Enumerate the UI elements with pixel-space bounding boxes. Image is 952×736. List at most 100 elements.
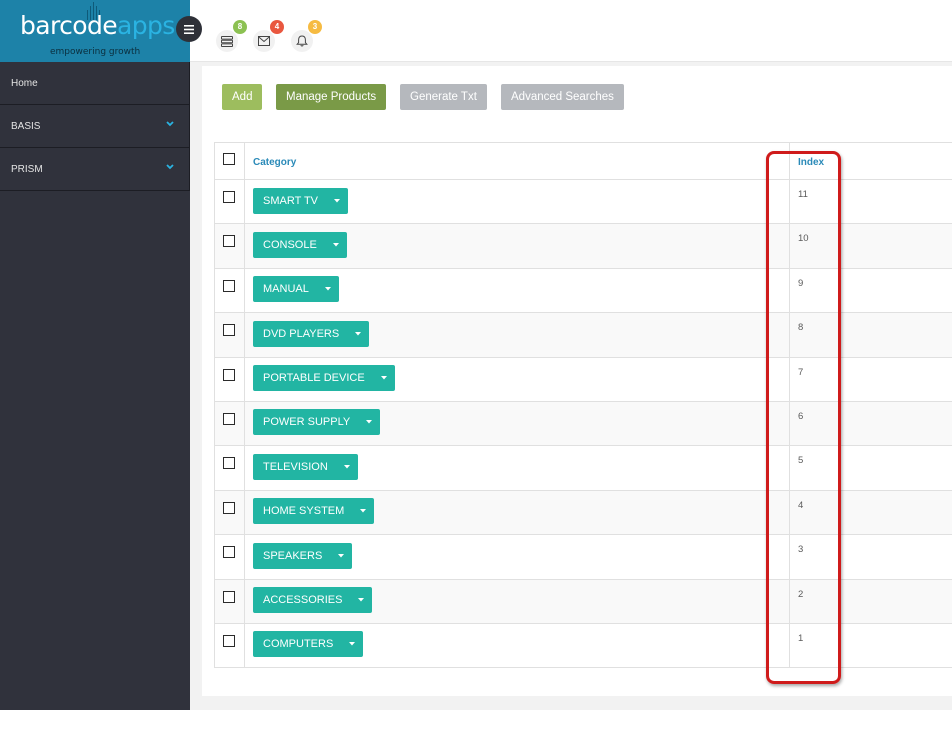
add-button[interactable]: Add (222, 84, 263, 110)
menu-toggle-button[interactable] (176, 16, 202, 42)
category-label: POWER SUPPLY (263, 416, 351, 429)
index-cell: 9 (790, 269, 952, 312)
row-select-cell (215, 446, 245, 490)
notifications-button[interactable]: 3 (291, 20, 322, 52)
category-label: MANUAL (263, 283, 309, 296)
server-badge: 8 (233, 20, 247, 34)
category-dropdown-button[interactable]: TELEVISION (253, 453, 358, 480)
category-cell: CONSOLE (245, 224, 790, 268)
sidebar-item-home[interactable]: Home (0, 62, 190, 105)
row-checkbox[interactable] (223, 368, 235, 381)
category-label: CONSOLE (263, 238, 317, 251)
sidebar-item-label: Home (11, 78, 38, 89)
row-checkbox[interactable] (223, 590, 235, 603)
index-cell: 2 (790, 580, 952, 623)
row-checkbox[interactable] (223, 501, 235, 514)
sidebar-item-basis[interactable]: BASIS (0, 105, 190, 148)
category-dropdown-button[interactable]: COMPUTERS (253, 631, 364, 658)
category-cell: DVD PLAYERS (245, 313, 790, 357)
table-row: PORTABLE DEVICE 7 (215, 357, 952, 402)
sidebar-item-prism[interactable]: PRISM (0, 148, 190, 191)
row-select-cell (215, 224, 245, 268)
category-cell: PORTABLE DEVICE (245, 357, 790, 401)
table-row: ACCESSORIES 2 (215, 579, 952, 624)
category-dropdown-button[interactable]: ACCESSORIES (253, 587, 373, 614)
index-value: 7 (798, 366, 804, 378)
row-checkbox[interactable] (223, 235, 235, 248)
logo[interactable]: barcodeapps empowering growth (0, 0, 190, 62)
index-header-cell: Index (790, 143, 952, 179)
category-table: Category Index SMART TV 11 CONSOLE 10 MANUAL… (214, 142, 952, 669)
index-value: 6 (798, 410, 804, 422)
caret-down-icon (352, 498, 374, 524)
index-value: 11 (798, 189, 808, 200)
category-dropdown-button[interactable]: SPEAKERS (253, 542, 353, 569)
category-cell: SPEAKERS (245, 535, 790, 579)
server-notification-button[interactable]: 8 (216, 20, 247, 52)
generate-txt-button[interactable]: Generate Txt (400, 84, 487, 110)
category-dropdown-button[interactable]: CONSOLE (253, 231, 347, 258)
messages-badge: 4 (270, 20, 284, 34)
table-row: TELEVISION 5 (215, 446, 952, 491)
index-cell: 4 (790, 491, 952, 534)
table-row: COMPUTERS 1 (215, 623, 952, 669)
row-checkbox[interactable] (223, 279, 235, 292)
table-header-row: Category Index (215, 143, 952, 180)
table-row: MANUAL 9 (215, 268, 952, 314)
row-checkbox[interactable] (223, 191, 235, 203)
envelope-icon (258, 36, 270, 46)
category-cell: POWER SUPPLY (245, 401, 790, 446)
category-dropdown-button[interactable]: HOME SYSTEM (253, 498, 375, 525)
row-checkbox[interactable] (223, 412, 235, 425)
sidebar: Home BASIS PRISM (0, 62, 190, 710)
row-select-cell (215, 623, 245, 668)
row-select-cell (215, 313, 245, 357)
bell-icon (296, 35, 308, 47)
caret-down-icon (350, 587, 372, 613)
index-cell: 11 (790, 180, 952, 223)
row-checkbox[interactable] (223, 457, 235, 470)
index-value: 4 (798, 499, 804, 511)
index-value: 1 (798, 632, 804, 644)
category-cell: SMART TV (245, 180, 790, 224)
category-label: PORTABLE DEVICE (263, 372, 365, 385)
manage-products-button[interactable]: Manage Products (276, 84, 387, 110)
table-body: SMART TV 11 CONSOLE 10 MANUAL 9 DVD PLAYERS 8 PO… (215, 180, 952, 669)
messages-button[interactable]: 4 (253, 20, 284, 52)
row-checkbox[interactable] (223, 546, 235, 559)
row-select-cell (215, 180, 245, 224)
category-label: ACCESSORIES (263, 594, 343, 607)
index-value: 2 (798, 588, 804, 600)
caret-down-icon (347, 321, 369, 347)
server-icon (221, 35, 233, 47)
index-column-header[interactable]: Index (798, 157, 824, 168)
index-cell: 1 (790, 624, 952, 667)
category-column-header[interactable]: Category (253, 157, 296, 168)
select-all-cell (215, 143, 245, 179)
index-cell: 3 (790, 535, 952, 578)
category-dropdown-button[interactable]: PORTABLE DEVICE (253, 365, 395, 392)
sidebar-item-label: BASIS (11, 121, 41, 132)
category-dropdown-button[interactable]: SMART TV (253, 187, 349, 214)
caret-down-icon (341, 631, 363, 657)
caret-down-icon (358, 409, 380, 435)
select-all-checkbox[interactable] (223, 153, 235, 165)
category-cell: ACCESSORIES (245, 579, 790, 623)
logo-word-2: apps (117, 11, 175, 40)
row-checkbox[interactable] (223, 634, 235, 647)
caret-down-icon (373, 365, 395, 391)
category-dropdown-button[interactable]: POWER SUPPLY (253, 409, 381, 436)
logo-tagline: empowering growth (50, 47, 141, 57)
advanced-searches-button[interactable]: Advanced Searches (501, 84, 624, 110)
row-select-cell (215, 535, 245, 579)
category-header-cell: Category (245, 143, 790, 179)
category-dropdown-button[interactable]: MANUAL (253, 276, 339, 303)
index-value: 9 (798, 277, 804, 289)
table-row: HOME SYSTEM 4 (215, 490, 952, 536)
index-cell: 5 (790, 446, 952, 489)
chevron-down-icon (166, 164, 174, 170)
category-cell: HOME SYSTEM (245, 490, 790, 535)
row-select-cell (215, 490, 245, 535)
category-dropdown-button[interactable]: DVD PLAYERS (253, 320, 370, 347)
row-checkbox[interactable] (223, 324, 235, 337)
